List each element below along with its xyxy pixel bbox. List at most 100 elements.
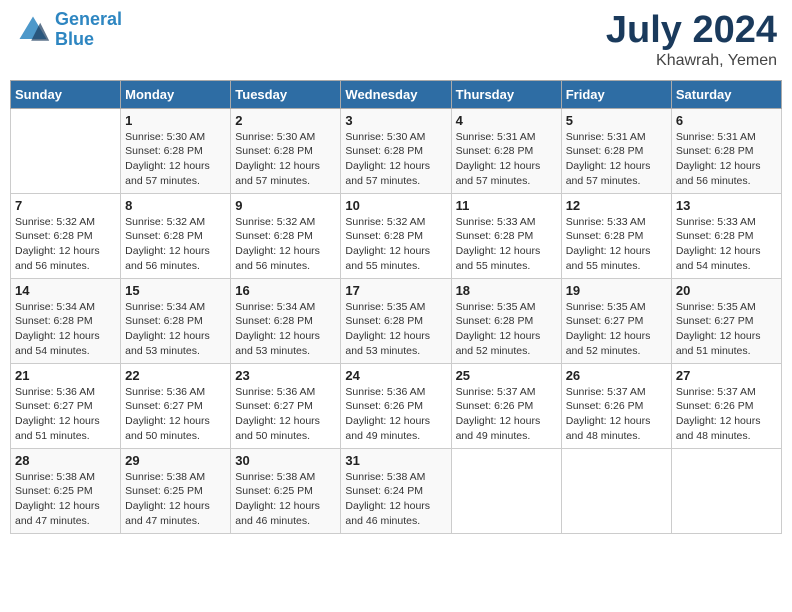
- cell-info: Sunrise: 5:38 AMSunset: 6:24 PMDaylight:…: [345, 470, 446, 529]
- cell-info: Sunrise: 5:36 AMSunset: 6:27 PMDaylight:…: [235, 385, 336, 444]
- day-number: 12: [566, 198, 667, 213]
- calendar-cell: 30Sunrise: 5:38 AMSunset: 6:25 PMDayligh…: [231, 448, 341, 533]
- calendar-table: SundayMondayTuesdayWednesdayThursdayFrid…: [10, 80, 782, 534]
- cell-info: Sunrise: 5:36 AMSunset: 6:27 PMDaylight:…: [15, 385, 116, 444]
- day-number: 7: [15, 198, 116, 213]
- calendar-cell: [11, 108, 121, 193]
- day-of-week-header: Saturday: [671, 80, 781, 108]
- calendar-cell: [671, 448, 781, 533]
- calendar-cell: 26 Sunrise: 5:37 AMSunset: 6:26 PMDayligh…: [561, 363, 671, 448]
- month-title: July 2024: [606, 10, 777, 52]
- calendar-week-row: 21 Sunrise: 5:36 AMSunset: 6:27 PMDayligh…: [11, 363, 782, 448]
- day-of-week-header: Thursday: [451, 80, 561, 108]
- cell-info: Sunrise: 5:30 AMSunset: 6:28 PMDaylight:…: [125, 130, 226, 189]
- cell-info: Sunrise: 5:31 AMSunset: 6:28 PMDaylight:…: [676, 130, 777, 189]
- calendar-cell: 7 Sunrise: 5:32 AMSunset: 6:28 PMDaylight…: [11, 193, 121, 278]
- calendar-cell: 14 Sunrise: 5:34 AMSunset: 6:28 PMDayligh…: [11, 278, 121, 363]
- day-number: 3: [345, 113, 446, 128]
- calendar-cell: 28Sunrise: 5:38 AMSunset: 6:25 PMDayligh…: [11, 448, 121, 533]
- cell-info: Sunrise: 5:32 AMSunset: 6:28 PMDaylight:…: [15, 215, 116, 274]
- logo-text: General Blue: [55, 10, 122, 50]
- cell-info: Sunrise: 5:37 AMSunset: 6:26 PMDaylight:…: [566, 385, 667, 444]
- cell-info: Sunrise: 5:34 AMSunset: 6:28 PMDaylight:…: [235, 300, 336, 359]
- calendar-cell: 31 Sunrise: 5:38 AMSunset: 6:24 PMDayligh…: [341, 448, 451, 533]
- calendar-cell: 23 Sunrise: 5:36 AMSunset: 6:27 PMDayligh…: [231, 363, 341, 448]
- calendar-body: 1Sunrise: 5:30 AMSunset: 6:28 PMDaylight…: [11, 108, 782, 533]
- day-number: 18: [456, 283, 557, 298]
- cell-info: Sunrise: 5:35 AMSunset: 6:27 PMDaylight:…: [676, 300, 777, 359]
- day-number: 2: [235, 113, 336, 128]
- calendar-week-row: 14 Sunrise: 5:34 AMSunset: 6:28 PMDayligh…: [11, 278, 782, 363]
- calendar-cell: 9Sunrise: 5:32 AMSunset: 6:28 PMDaylight…: [231, 193, 341, 278]
- day-number: 29: [125, 453, 226, 468]
- day-number: 26: [566, 368, 667, 383]
- calendar-cell: 22Sunrise: 5:36 AMSunset: 6:27 PMDayligh…: [121, 363, 231, 448]
- cell-info: Sunrise: 5:32 AMSunset: 6:28 PMDaylight:…: [345, 215, 446, 274]
- title-block: July 2024 Khawrah, Yemen: [606, 10, 777, 70]
- calendar-cell: 29 Sunrise: 5:38 AMSunset: 6:25 PMDayligh…: [121, 448, 231, 533]
- calendar-cell: 6 Sunrise: 5:31 AMSunset: 6:28 PMDaylight…: [671, 108, 781, 193]
- day-number: 8: [125, 198, 226, 213]
- page-header: General Blue July 2024 Khawrah, Yemen: [10, 10, 782, 70]
- calendar-week-row: 1Sunrise: 5:30 AMSunset: 6:28 PMDaylight…: [11, 108, 782, 193]
- cell-info: Sunrise: 5:33 AMSunset: 6:28 PMDaylight:…: [566, 215, 667, 274]
- day-number: 13: [676, 198, 777, 213]
- cell-info: Sunrise: 5:36 AMSunset: 6:27 PMDaylight:…: [125, 385, 226, 444]
- day-number: 14: [15, 283, 116, 298]
- calendar-cell: 15 Sunrise: 5:34 AMSunset: 6:28 PMDayligh…: [121, 278, 231, 363]
- day-number: 11: [456, 198, 557, 213]
- cell-info: Sunrise: 5:35 AMSunset: 6:27 PMDaylight:…: [566, 300, 667, 359]
- calendar-cell: 21 Sunrise: 5:36 AMSunset: 6:27 PMDayligh…: [11, 363, 121, 448]
- day-number: 19: [566, 283, 667, 298]
- cell-info: Sunrise: 5:35 AMSunset: 6:28 PMDaylight:…: [345, 300, 446, 359]
- calendar-cell: 10 Sunrise: 5:32 AMSunset: 6:28 PMDayligh…: [341, 193, 451, 278]
- day-of-week-header: Sunday: [11, 80, 121, 108]
- calendar-cell: 12 Sunrise: 5:33 AMSunset: 6:28 PMDayligh…: [561, 193, 671, 278]
- day-number: 23: [235, 368, 336, 383]
- day-number: 31: [345, 453, 446, 468]
- calendar-cell: 18 Sunrise: 5:35 AMSunset: 6:28 PMDayligh…: [451, 278, 561, 363]
- calendar-cell: [561, 448, 671, 533]
- calendar-cell: 8 Sunrise: 5:32 AMSunset: 6:28 PMDaylight…: [121, 193, 231, 278]
- cell-info: Sunrise: 5:30 AMSunset: 6:28 PMDaylight:…: [235, 130, 336, 189]
- day-number: 24: [345, 368, 446, 383]
- cell-info: Sunrise: 5:38 AMSunset: 6:25 PMDaylight:…: [15, 470, 116, 529]
- calendar-week-row: 7 Sunrise: 5:32 AMSunset: 6:28 PMDaylight…: [11, 193, 782, 278]
- day-of-week-header: Monday: [121, 80, 231, 108]
- cell-info: Sunrise: 5:33 AMSunset: 6:28 PMDaylight:…: [676, 215, 777, 274]
- logo-icon: [15, 12, 51, 48]
- day-number: 10: [345, 198, 446, 213]
- calendar-header-row: SundayMondayTuesdayWednesdayThursdayFrid…: [11, 80, 782, 108]
- cell-info: Sunrise: 5:34 AMSunset: 6:28 PMDaylight:…: [125, 300, 226, 359]
- day-number: 16: [235, 283, 336, 298]
- calendar-cell: [451, 448, 561, 533]
- cell-info: Sunrise: 5:38 AMSunset: 6:25 PMDaylight:…: [125, 470, 226, 529]
- cell-info: Sunrise: 5:38 AMSunset: 6:25 PMDaylight:…: [235, 470, 336, 529]
- calendar-cell: 4Sunrise: 5:31 AMSunset: 6:28 PMDaylight…: [451, 108, 561, 193]
- day-number: 5: [566, 113, 667, 128]
- day-number: 6: [676, 113, 777, 128]
- day-number: 15: [125, 283, 226, 298]
- cell-info: Sunrise: 5:37 AMSunset: 6:26 PMDaylight:…: [676, 385, 777, 444]
- day-number: 17: [345, 283, 446, 298]
- day-number: 21: [15, 368, 116, 383]
- calendar-cell: 1Sunrise: 5:30 AMSunset: 6:28 PMDaylight…: [121, 108, 231, 193]
- calendar-cell: 2 Sunrise: 5:30 AMSunset: 6:28 PMDaylight…: [231, 108, 341, 193]
- calendar-cell: 11Sunrise: 5:33 AMSunset: 6:28 PMDayligh…: [451, 193, 561, 278]
- location: Khawrah, Yemen: [606, 52, 777, 70]
- calendar-cell: 20Sunrise: 5:35 AMSunset: 6:27 PMDayligh…: [671, 278, 781, 363]
- cell-info: Sunrise: 5:36 AMSunset: 6:26 PMDaylight:…: [345, 385, 446, 444]
- cell-info: Sunrise: 5:32 AMSunset: 6:28 PMDaylight:…: [125, 215, 226, 274]
- cell-info: Sunrise: 5:35 AMSunset: 6:28 PMDaylight:…: [456, 300, 557, 359]
- day-number: 27: [676, 368, 777, 383]
- cell-info: Sunrise: 5:34 AMSunset: 6:28 PMDaylight:…: [15, 300, 116, 359]
- day-number: 9: [235, 198, 336, 213]
- day-number: 4: [456, 113, 557, 128]
- calendar-cell: 5Sunrise: 5:31 AMSunset: 6:28 PMDaylight…: [561, 108, 671, 193]
- cell-info: Sunrise: 5:37 AMSunset: 6:26 PMDaylight:…: [456, 385, 557, 444]
- day-of-week-header: Friday: [561, 80, 671, 108]
- day-of-week-header: Tuesday: [231, 80, 341, 108]
- calendar-cell: 13 Sunrise: 5:33 AMSunset: 6:28 PMDayligh…: [671, 193, 781, 278]
- calendar-cell: 19 Sunrise: 5:35 AMSunset: 6:27 PMDayligh…: [561, 278, 671, 363]
- calendar-cell: 27 Sunrise: 5:37 AMSunset: 6:26 PMDayligh…: [671, 363, 781, 448]
